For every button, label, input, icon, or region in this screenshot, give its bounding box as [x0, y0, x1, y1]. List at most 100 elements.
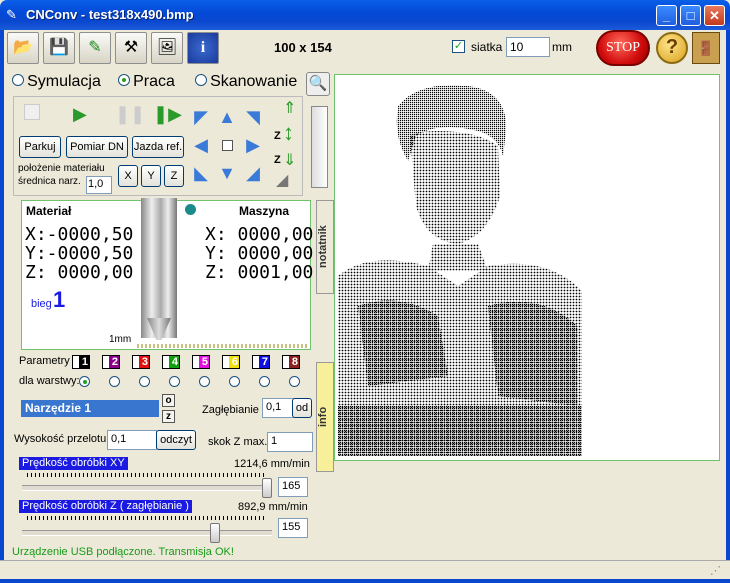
tool-diameter-input[interactable]: 1,0: [86, 176, 112, 194]
mode-symulacja[interactable]: Symulacja: [12, 73, 101, 91]
set-z-button[interactable]: Z: [164, 165, 184, 187]
save-disk-icon[interactable]: 💾: [43, 32, 75, 64]
layer-swatch[interactable]: 7: [252, 355, 270, 369]
grid-label: siatka: [471, 40, 503, 54]
tool-name-field[interactable]: Narzędzie 1: [21, 400, 159, 417]
layer-swatch[interactable]: 3: [132, 355, 150, 369]
xy-speed-slider[interactable]: [22, 485, 272, 491]
parameters-label: Parametry: [19, 355, 70, 367]
layer-swatch[interactable]: 1: [72, 355, 90, 369]
layer-swatch[interactable]: 2: [102, 355, 120, 369]
image-icon[interactable]: 🖼: [151, 32, 183, 64]
mode-praca[interactable]: Praca: [118, 73, 175, 91]
grid-checkbox[interactable]: ✓: [452, 40, 465, 53]
info-icon[interactable]: i: [187, 32, 219, 64]
layer-radio[interactable]: [109, 376, 120, 387]
material-y: Y:-0000,50: [25, 243, 134, 264]
tool-next-button[interactable]: o: [162, 394, 175, 407]
xy-speed-input[interactable]: 165: [278, 477, 308, 497]
z-speed-input[interactable]: 155: [278, 518, 308, 538]
radio-praca[interactable]: [118, 74, 130, 86]
halftone-portrait-image: [338, 76, 582, 456]
material-x: X:-0000,50: [25, 224, 134, 245]
layer-radio[interactable]: [79, 376, 90, 387]
z-down-arrow-icon[interactable]: ⇓: [283, 150, 296, 170]
pass-height-label: Wysokość przelotu: [14, 433, 107, 445]
pause-icon[interactable]: ❚❚: [115, 104, 145, 125]
set-y-button[interactable]: Y: [141, 165, 161, 187]
radio-symulacja[interactable]: [12, 74, 24, 86]
layer-radio[interactable]: [259, 376, 270, 387]
status-dot-icon: [185, 204, 196, 215]
scale-ruler: [137, 344, 307, 348]
layers-label: dla warstwy:: [19, 375, 80, 387]
maximize-button[interactable]: □: [680, 5, 701, 26]
read-button[interactable]: odczyt: [156, 430, 196, 450]
window-frame-left: [0, 30, 4, 583]
layer-radio[interactable]: [199, 376, 210, 387]
z-up-long-arrow-icon[interactable]: ↕: [283, 120, 294, 146]
tool-prev-button[interactable]: z: [162, 410, 175, 423]
window-frame-bottom: [0, 579, 730, 583]
zmax-input[interactable]: 1: [267, 432, 313, 452]
depth-unit-button[interactable]: od: [292, 398, 312, 418]
radio-skanowanie[interactable]: [195, 74, 207, 86]
stop-button[interactable]: STOP: [596, 30, 650, 66]
pomiar-dn-button[interactable]: Pomiar DN: [66, 136, 128, 158]
play-icon[interactable]: ▶: [73, 104, 87, 125]
help-button[interactable]: ?: [656, 32, 688, 64]
arrow-down-left-icon[interactable]: ◣: [192, 164, 210, 182]
grid-size-input[interactable]: 10: [506, 37, 550, 57]
layer-radio[interactable]: [139, 376, 150, 387]
bieg-value: 1: [53, 287, 66, 312]
z-scroll-bar[interactable]: [311, 106, 328, 188]
xy-slider-ticks: [27, 473, 265, 477]
probe-icon[interactable]: ◢: [276, 170, 288, 190]
layer-swatch[interactable]: 5: [192, 355, 210, 369]
layer-swatch[interactable]: 4: [162, 355, 180, 369]
mode-praca-label: Praca: [133, 73, 175, 90]
tab-info[interactable]: info: [316, 362, 334, 472]
arrow-up-right-icon[interactable]: ◥: [244, 108, 262, 126]
layer-swatch[interactable]: 6: [222, 355, 240, 369]
arrow-left-icon[interactable]: ◀: [192, 136, 210, 154]
tool-graphic: [141, 198, 177, 338]
resize-grip-icon[interactable]: ⋰: [710, 564, 721, 577]
layer-radio[interactable]: [229, 376, 240, 387]
close-button[interactable]: ✕: [704, 5, 725, 26]
layer-radio[interactable]: [289, 376, 300, 387]
pass-height-input[interactable]: 0,1: [107, 430, 157, 450]
machine-x: X: 0000,00: [205, 224, 314, 245]
mode-symulacja-label: Symulacja: [27, 73, 101, 90]
open-folder-icon[interactable]: 📂: [7, 32, 39, 64]
tab-notatnik[interactable]: notatnik: [316, 200, 334, 294]
depth-input[interactable]: 0,1: [262, 398, 296, 418]
z-slider-thumb[interactable]: [210, 523, 220, 543]
plt-tools-icon[interactable]: ✎: [79, 32, 111, 64]
arrow-up-icon[interactable]: ▲: [218, 108, 236, 126]
grid-unit: mm: [552, 40, 572, 54]
stop-square-icon[interactable]: [24, 104, 40, 120]
parkuj-button[interactable]: Parkuj: [19, 136, 61, 158]
z-speed-slider[interactable]: [22, 530, 272, 536]
material-z: Z: 0000,00: [25, 262, 134, 283]
z-up-arrow-icon[interactable]: ⇑: [283, 98, 296, 118]
window-title: CNConv - test318x490.bmp: [26, 7, 194, 22]
zoom-magnifier-icon[interactable]: 🔍: [306, 72, 330, 96]
z-speed-label: Prędkość obróbki Z ( zagłębianie ): [19, 500, 192, 513]
arrow-up-left-icon[interactable]: ◤: [192, 108, 210, 126]
mode-skanowanie[interactable]: Skanowanie: [195, 73, 297, 91]
exit-door-icon[interactable]: 🚪: [692, 32, 720, 64]
center-checkbox[interactable]: [222, 140, 233, 151]
layer-radio[interactable]: [169, 376, 180, 387]
arrow-right-icon[interactable]: ▶: [244, 136, 262, 154]
xy-slider-thumb[interactable]: [262, 478, 272, 498]
settings-tools-icon[interactable]: ⚒: [115, 32, 147, 64]
step-forward-icon[interactable]: ❚▶: [153, 104, 182, 125]
arrow-down-icon[interactable]: ▼: [218, 164, 236, 182]
set-x-button[interactable]: X: [118, 165, 138, 187]
layer-swatch[interactable]: 8: [282, 355, 300, 369]
jazda-ref-button[interactable]: Jazda ref.: [132, 136, 184, 158]
arrow-down-right-icon[interactable]: ◢: [244, 164, 262, 182]
minimize-button[interactable]: _: [656, 5, 677, 26]
